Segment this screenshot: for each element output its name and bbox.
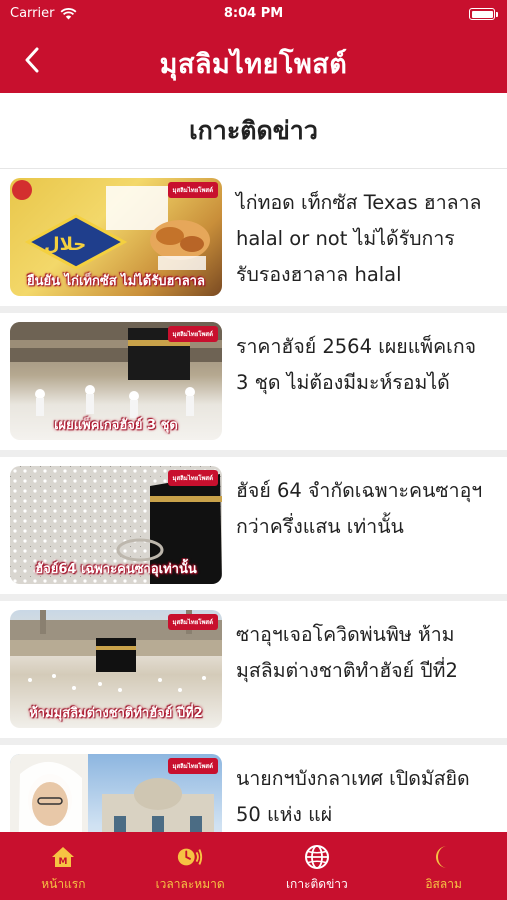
thumbnail-caption: ฮัจย์64 เฉพาะคนซาอุเท่านั้น: [35, 562, 197, 577]
news-list: حلال มุสลิมไทยโพสต์ ยืนยัน ไก่เท็กซัส ไม…: [0, 169, 507, 832]
globe-icon: [303, 844, 331, 870]
tab-prayer-times[interactable]: เวลาละหมาด: [127, 832, 254, 900]
tab-label: เกาะติดข่าว: [285, 877, 348, 891]
home-icon: M: [49, 844, 77, 870]
brand-badge: มุสลิมไทยโพสต์: [167, 758, 218, 774]
news-headline: ราคาฮัจย์ 2564 เผยแพ็คเกจ 3 ชุด ไม่ต้องม…: [236, 335, 477, 394]
news-item[interactable]: มุสลิมไทยโพสต์ นายกฯบังกลาเทศ เปิดมัสยิด…: [0, 745, 507, 832]
news-thumbnail: มุสลิมไทยโพสต์ ห้ามมุสลิมต่างชาติทำฮัจย์…: [10, 610, 222, 728]
news-headline: ซาอุฯเจอโควิดพ่นพิษ ห้ามมุสลิมต่างชาติทำ…: [236, 623, 458, 682]
tab-islam[interactable]: อิสลาม: [380, 832, 507, 900]
news-thumbnail: มุสลิมไทยโพสต์: [10, 754, 222, 832]
news-headline: ไก่ทอด เท็กซัส Texas ฮาลาล halal or not …: [236, 191, 482, 286]
brand-badge: มุสลิมไทยโพสต์: [167, 326, 218, 342]
brand-logo: มุสลิมไทยโพสต์: [159, 49, 348, 80]
news-headline: ฮัจย์ 64 จำกัดเฉพาะคนซาอุฯ กว่าครึ่งแสน …: [236, 479, 483, 538]
brand-badge: มุสลิมไทยโพสต์: [167, 470, 218, 486]
battery-icon: [469, 8, 498, 20]
news-item[interactable]: มุสลิมไทยโพสต์ ห้ามมุสลิมต่างชาติทำฮัจย์…: [0, 601, 507, 738]
news-item[interactable]: حلال มุสลิมไทยโพสต์ ยืนยัน ไก่เท็กซัส ไม…: [0, 169, 507, 306]
navigation-bar: มุสลิมไทยโพสต์: [0, 36, 507, 84]
tab-home[interactable]: M หน้าแรก: [0, 832, 127, 900]
tab-label: หน้าแรก: [41, 877, 86, 891]
news-item[interactable]: มุสลิมไทยโพสต์ ฮัจย์64 เฉพาะคนซาอุเท่านั…: [0, 457, 507, 594]
svg-text:M: M: [59, 857, 68, 867]
crescent-moon-icon: [430, 844, 458, 870]
news-thumbnail: حلال มุสลิมไทยโพสต์ ยืนยัน ไก่เท็กซัส ไม…: [10, 178, 222, 296]
news-thumbnail: มุสลิมไทยโพสต์ ฮัจย์64 เฉพาะคนซาอุเท่านั…: [10, 466, 222, 584]
prayer-time-icon: [176, 844, 204, 870]
page-title: เกาะติดข่าว: [189, 115, 318, 145]
status-time: 8:04 PM: [223, 6, 284, 21]
tab-label: อิสลาม: [425, 877, 462, 891]
halal-emblem-text: حلال: [44, 234, 87, 255]
brand-badge: มุสลิมไทยโพสต์: [167, 182, 218, 198]
thumbnail-caption: ยืนยัน ไก่เท็กซัส ไม่ได้รับฮาลาล: [27, 274, 205, 289]
status-bar: Carrier 8:04 PM: [0, 6, 507, 24]
news-headline: นายกฯบังกลาเทศ เปิดมัสยิด 50 แห่ง แผ่: [236, 767, 470, 826]
news-item[interactable]: มุสลิมไทยโพสต์ เผยแพ็คเกจฮัจย์ 3 ชุด ราค…: [0, 313, 507, 450]
brand-badge: มุสลิมไทยโพสต์: [167, 614, 218, 630]
thumbnail-caption: เผยแพ็คเกจฮัจย์ 3 ชุด: [54, 418, 178, 433]
thumbnail-caption: ห้ามมุสลิมต่างชาติทำฮัจย์ ปีที่2: [29, 706, 203, 721]
tab-news[interactable]: เกาะติดข่าว: [254, 832, 381, 900]
tab-label: เวลาละหมาด: [155, 877, 225, 891]
app-header: Carrier 8:04 PM มุสลิมไทยโพสต์: [0, 0, 507, 93]
bottom-tab-bar: M หน้าแรก เวลาละหมาด เกาะติดข่าว อิสลาม: [0, 832, 507, 900]
news-thumbnail: มุสลิมไทยโพสต์ เผยแพ็คเกจฮัจย์ 3 ชุด: [10, 322, 222, 440]
page-title-bar: เกาะติดข่าว: [0, 93, 507, 169]
